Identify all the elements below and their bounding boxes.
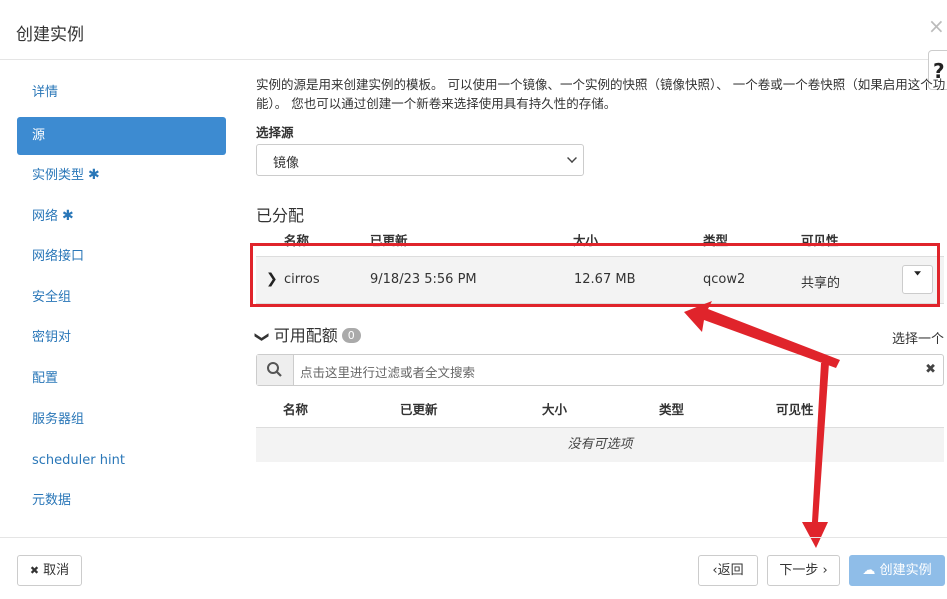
annotation-box [250,243,940,307]
select-source-label: 选择源 [256,125,294,140]
sidebar-item-details[interactable]: 详情 [17,74,226,112]
sidebar-item-label: 实例类型 [32,168,85,183]
sidebar-item-network-ports[interactable]: 网络接口 [17,238,226,276]
source-select[interactable]: 镜像 [256,144,584,176]
chevron-down-icon: ❯ [253,331,270,343]
back-button[interactable]: ‹返回 [698,555,758,586]
source-select-value: 镜像 [273,156,300,171]
sidebar-item-label: 配置 [32,371,59,386]
sidebar-item-server-groups[interactable]: 服务器组 [17,401,226,439]
sidebar-item-configuration[interactable]: 配置 [17,360,226,398]
sidebar-item-label: 服务器组 [32,412,85,427]
sidebar-item-label: 网络 [32,209,59,224]
source-description: 实例的源是用来创建实例的模板。 可以使用一个镜像、一个实例的快照（镜像快照）、 … [256,77,946,111]
close-icon[interactable]: × [928,16,945,36]
allocated-title: 已分配 [256,206,305,225]
required-icon: ✱ [88,167,100,183]
sidebar-item-label: 详情 [32,85,59,100]
modal-header: 创建实例 [0,0,947,60]
wizard-sidebar: 详情 源 实例类型 ✱ 网络 ✱ 网络接口 安全组 密钥对 配置 服务器组 sche… [0,61,240,537]
search-field[interactable]: 点击这里进行过滤或者全文搜索 ✖ [256,354,944,386]
sidebar-item-source[interactable]: 源 [17,117,226,155]
column-header: 大小 [542,402,568,417]
sidebar-item-label: scheduler hint [32,453,125,468]
required-icon: ✱ [62,208,74,224]
column-header: 名称 [283,402,309,417]
chevron-down-icon [567,153,577,163]
cancel-button[interactable]: ✖ 取消 [17,555,82,586]
column-header: 已更新 [400,402,438,417]
available-table-header: 名称 已更新 大小 类型 可见性 [256,387,944,428]
sidebar-item-scheduler-hint[interactable]: scheduler hint [17,442,226,480]
sidebar-item-network[interactable]: 网络 ✱ [17,197,226,235]
chevron-right-icon: › [822,563,828,578]
search-input[interactable]: 点击这里进行过滤或者全文搜索 [300,362,475,381]
cloud-upload-icon: ☁ [862,563,876,578]
available-title-label: 可用配额 [273,326,338,345]
available-title[interactable]: ❯ 可用配额 0 [253,322,361,346]
next-button[interactable]: 下一步 › [767,555,840,586]
empty-row: 没有可选项 [256,428,944,462]
sidebar-item-security-groups[interactable]: 安全组 [17,279,226,317]
count-badge: 0 [341,328,361,343]
sidebar-item-flavor[interactable]: 实例类型 ✱ [17,156,226,194]
sidebar-item-metadata[interactable]: 元数据 [17,482,226,520]
column-header: 可见性 [776,402,814,417]
create-instance-button[interactable]: ☁ 创建实例 [849,555,945,586]
back-label: 返回 [717,563,744,578]
sidebar-item-label: 网络接口 [32,249,85,264]
select-one-text: 选择一个 [892,332,945,347]
modal-title: 创建实例 [16,25,84,45]
create-label: 创建实例 [879,563,932,578]
sidebar-item-key-pair[interactable]: 密钥对 [17,319,226,357]
cancel-label: 取消 [43,563,70,578]
close-icon: ✖ [29,564,40,577]
sidebar-item-label: 安全组 [32,290,72,305]
search-icon [257,355,294,385]
sidebar-item-label: 密钥对 [32,330,72,345]
sidebar-item-label: 源 [32,128,46,143]
clear-icon[interactable]: ✖ [925,362,936,377]
next-label: 下一步 [779,563,819,578]
sidebar-item-label: 元数据 [32,493,72,508]
column-header: 类型 [659,402,685,417]
